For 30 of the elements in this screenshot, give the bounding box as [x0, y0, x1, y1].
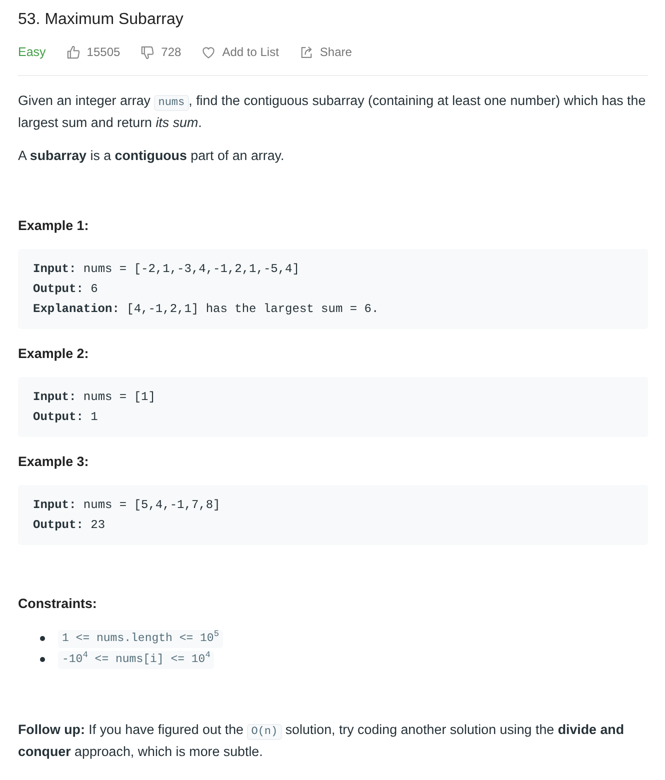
problem-title: 53. Maximum Subarray	[18, 10, 184, 30]
example-heading: Example 1:	[18, 217, 90, 235]
bullet-icon	[40, 657, 45, 662]
share-icon	[300, 46, 313, 58]
bullet-icon	[40, 636, 45, 641]
code-line: Explanation: [4,-1,2,1] has the largest sum = 6.	[33, 301, 380, 318]
heart-icon	[202, 46, 216, 58]
share-button[interactable]: Share	[300, 42, 352, 62]
thumbs-down-icon	[141, 46, 154, 58]
difficulty-label: Easy	[18, 44, 46, 61]
code-line: Output: 23	[33, 517, 106, 534]
description-paragraph: Given an integer array nums , find the contiguous subarray (containing at least one number) which has the largest sum and return its sum.	[18, 92, 647, 132]
code-line: Output: 1	[33, 409, 99, 426]
code-line: Output: 6	[33, 281, 99, 298]
example-heading: Example 3:	[18, 453, 90, 471]
thumbs-up-icon	[66, 46, 80, 58]
follow-up-paragraph: Follow up: If you have figured out the O(n) solution, try coding another solution using the divide and conquer approach, which is more subtle.	[18, 721, 626, 761]
inline-code: O(n)	[247, 724, 282, 740]
constraint-code: 1 <= nums.length <= 10$^{5}$	[58, 630, 223, 648]
constraint-code: -10$^{4}$ <= nums[i] <= 10$^{4}$	[58, 650, 214, 668]
like-button[interactable]: 15505	[66, 42, 120, 62]
description-paragraph: A subarray is a contiguous part of an array.	[18, 147, 286, 165]
dislike-button[interactable]: 728	[141, 42, 182, 62]
example-heading: Example 2:	[18, 345, 90, 363]
constraints-heading: Constraints:	[18, 595, 98, 613]
inline-code: nums	[154, 95, 189, 111]
add-to-list-button[interactable]: Add to List	[202, 42, 279, 62]
code-line: Input: nums = [1]	[33, 389, 156, 406]
code-line: Input: nums = [5,4,-1,7,8]	[33, 497, 222, 514]
code-line: Input: nums = [-2,1,-3,4,-1,2,1,-5,4]	[33, 261, 300, 278]
